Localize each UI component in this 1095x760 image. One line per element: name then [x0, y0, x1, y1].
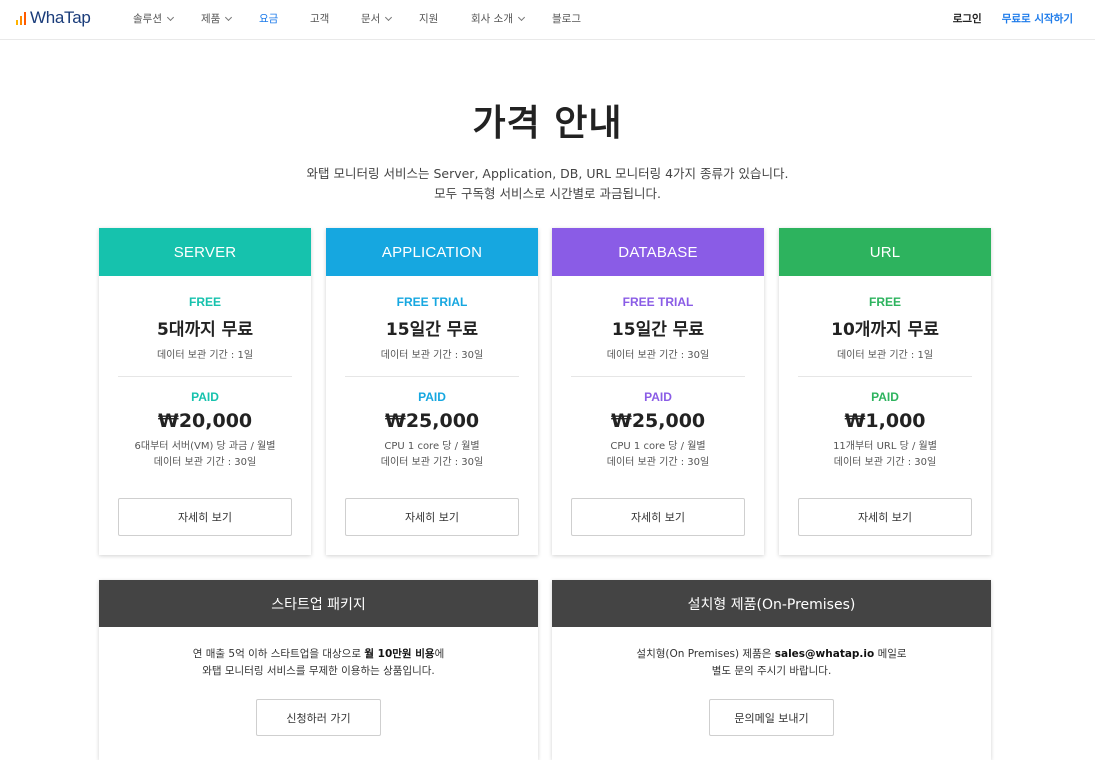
free-tier-title: 15일간 무료	[611, 320, 705, 340]
top-navbar: WhaTap 솔루션 제품 요금 고객 문서 지원 회사 소개 블로그 로그인 …	[0, 0, 1095, 40]
description-line: 모두 구독형 서비스로 시간별로 과금됩니다.	[434, 186, 661, 201]
description-line: 별도 문의 주시기 바랍니다.	[711, 665, 832, 677]
chevron-down-icon	[385, 13, 393, 21]
card-header: APPLICATION	[326, 228, 538, 276]
card-divider	[798, 376, 972, 377]
paid-retention: 데이터 보관 기간 : 30일	[833, 457, 937, 468]
menu-item-label: 고객	[310, 13, 330, 25]
card-divider	[345, 376, 519, 377]
view-details-button[interactable]: 자세히 보기	[571, 498, 745, 536]
chevron-down-icon	[225, 13, 233, 21]
text-segment: 메일로	[874, 648, 907, 660]
paid-tier-label: PAID	[871, 390, 899, 404]
menu-item-docs[interactable]: 문서	[361, 11, 393, 26]
paid-billing-unit: 6대부터 서버(VM) 당 과금 / 월별	[134, 441, 276, 452]
menu-item-label: 지원	[419, 13, 439, 25]
free-tier-retention: 데이터 보관 기간 : 30일	[380, 350, 484, 361]
paid-tier-label: PAID	[644, 390, 672, 404]
logo-text: WhaTap	[30, 8, 91, 27]
pricing-card-server: SERVER FREE 5대까지 무료 데이터 보관 기간 : 1일 PAID …	[99, 228, 311, 555]
bars-logo-icon	[16, 11, 26, 25]
pricing-card-application: APPLICATION FREE TRIAL 15일간 무료 데이터 보관 기간…	[326, 228, 538, 555]
send-inquiry-email-button[interactable]: 문의메일 보내기	[709, 699, 834, 736]
start-free-link[interactable]: 무료로 시작하기	[1002, 11, 1073, 26]
paid-tier-details: 11개부터 URL 당 / 월별 데이터 보관 기간 : 30일	[779, 439, 991, 471]
paid-price: ₩1,000	[844, 410, 926, 432]
paid-billing-unit: 11개부터 URL 당 / 월별	[833, 441, 937, 452]
view-details-button[interactable]: 자세히 보기	[798, 498, 972, 536]
page-title: 가격 안내	[472, 103, 623, 144]
pricing-card-database: DATABASE FREE TRIAL 15일간 무료 데이터 보관 기간 : …	[552, 228, 764, 555]
menu-item-support[interactable]: 지원	[419, 11, 438, 26]
free-tier-retention: 데이터 보관 기간 : 30일	[606, 350, 710, 361]
menu-item-label: 블로그	[552, 13, 581, 25]
menu-item-blog[interactable]: 블로그	[552, 11, 581, 26]
menu-item-customers[interactable]: 고객	[310, 11, 329, 26]
card-header: DATABASE	[552, 228, 764, 276]
startup-package-panel: 스타트업 패키지 연 매출 5억 이하 스타트업을 대상으로 월 10만원 비용…	[99, 580, 538, 760]
login-link[interactable]: 로그인	[953, 11, 982, 26]
panel-header: 스타트업 패키지	[99, 580, 538, 627]
paid-billing-unit: CPU 1 core 당 / 월별	[384, 441, 480, 452]
email-address[interactable]: sales@whatap.io	[775, 648, 875, 660]
paid-price: ₩25,000	[384, 410, 480, 432]
free-tier-label: FREE	[868, 295, 901, 309]
paid-tier-label: PAID	[418, 390, 446, 404]
free-tier-title: 5대까지 무료	[157, 320, 253, 340]
menu-item-label: 요금	[259, 13, 279, 25]
chevron-down-icon	[166, 13, 175, 21]
paid-tier-label: PAID	[191, 390, 219, 404]
text-segment: 연 매출 5억 이하 스타트업을 대상으로	[192, 648, 365, 660]
card-header: URL	[779, 228, 991, 276]
paid-tier-details: 6대부터 서버(VM) 당 과금 / 월별 데이터 보관 기간 : 30일	[99, 439, 311, 471]
page-description: 와탭 모니터링 서비스는 Server, Application, DB, UR…	[0, 164, 1095, 204]
menu-item-label: 제품	[201, 13, 221, 25]
paid-price: ₩20,000	[157, 410, 253, 432]
paid-billing-unit: CPU 1 core 당 / 월별	[610, 441, 706, 452]
view-details-button[interactable]: 자세히 보기	[345, 498, 519, 536]
panel-description: 연 매출 5억 이하 스타트업을 대상으로 월 10만원 비용에 와탭 모니터링…	[99, 646, 538, 680]
paid-tier-details: CPU 1 core 당 / 월별 데이터 보관 기간 : 30일	[326, 439, 538, 471]
panel-description: 설치형(On Premises) 제품은 sales@whatap.io 메일로…	[552, 646, 991, 680]
description-line: 와탭 모니터링 서비스를 무제한 이용하는 상품입니다.	[202, 665, 435, 677]
highlight-text: 월 10만원 비용	[364, 648, 435, 660]
card-header: SERVER	[99, 228, 311, 276]
apply-button[interactable]: 신청하러 가기	[256, 699, 381, 736]
nav-actions: 로그인 무료로 시작하기	[953, 11, 1073, 26]
menu-item-pricing[interactable]: 요금	[259, 11, 278, 26]
paid-retention: 데이터 보관 기간 : 30일	[153, 457, 257, 468]
menu-item-label: 회사 소개	[471, 13, 513, 25]
free-tier-title: 10개까지 무료	[831, 320, 939, 340]
free-tier-label: FREE TRIAL	[622, 295, 694, 309]
text-segment: 에	[434, 648, 445, 660]
panel-header: 설치형 제품(On-Premises)	[552, 580, 991, 627]
menu-item-solutions[interactable]: 솔루션	[133, 11, 175, 26]
description-line: 와탭 모니터링 서비스는 Server, Application, DB, UR…	[306, 166, 789, 181]
text-segment: 설치형(On Premises) 제품은	[636, 648, 775, 660]
chevron-down-icon	[517, 13, 526, 21]
menu-item-products[interactable]: 제품	[201, 11, 233, 26]
free-tier-retention: 데이터 보관 기간 : 1일	[836, 350, 934, 361]
card-divider	[571, 376, 745, 377]
menu-item-about[interactable]: 회사 소개	[471, 11, 526, 26]
free-tier-label: FREE TRIAL	[396, 295, 468, 309]
card-divider	[118, 376, 292, 377]
description-line: 설치형(On Premises) 제품은 sales@whatap.io 메일로	[552, 646, 991, 663]
free-tier-title: 15일간 무료	[385, 320, 479, 340]
pricing-card-url: URL FREE 10개까지 무료 데이터 보관 기간 : 1일 PAID ₩1…	[779, 228, 991, 555]
menu-item-label: 솔루션	[133, 13, 162, 25]
whatap-logo[interactable]: WhaTap	[16, 8, 91, 28]
menu-item-label: 문서	[361, 13, 381, 25]
free-tier-retention: 데이터 보관 기간 : 1일	[156, 350, 254, 361]
paid-retention: 데이터 보관 기간 : 30일	[380, 457, 484, 468]
view-details-button[interactable]: 자세히 보기	[118, 498, 292, 536]
paid-retention: 데이터 보관 기간 : 30일	[606, 457, 710, 468]
description-line: 연 매출 5억 이하 스타트업을 대상으로 월 10만원 비용에	[99, 646, 538, 663]
paid-price: ₩25,000	[610, 410, 706, 432]
paid-tier-details: CPU 1 core 당 / 월별 데이터 보관 기간 : 30일	[552, 439, 764, 471]
on-premises-panel: 설치형 제품(On-Premises) 설치형(On Premises) 제품은…	[552, 580, 991, 760]
free-tier-label: FREE	[188, 295, 221, 309]
